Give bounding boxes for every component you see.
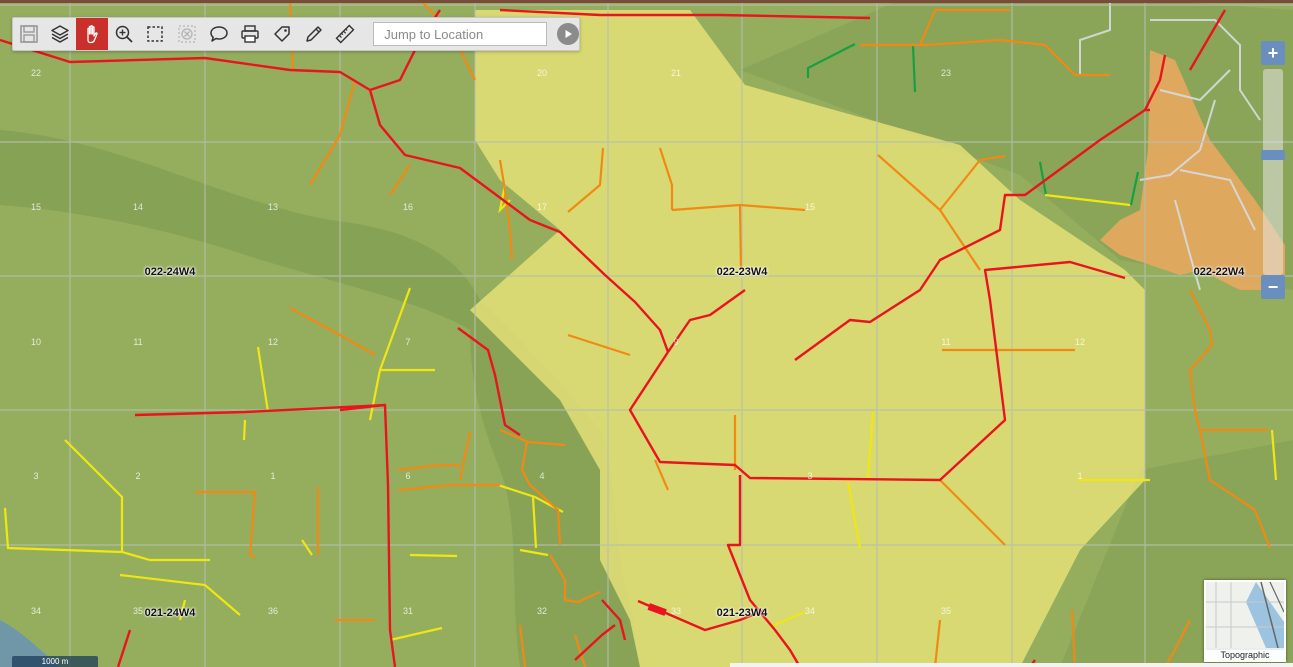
- section-number: 10: [30, 337, 42, 347]
- section-number: 23: [940, 68, 952, 78]
- pan-hand-icon: [87, 25, 98, 44]
- section-number: 1: [270, 471, 276, 481]
- section-number: 17: [536, 202, 548, 212]
- select-box-icon: [147, 26, 164, 42]
- section-number: 34: [30, 606, 42, 616]
- comment-icon: [210, 26, 228, 42]
- section-number: 21: [670, 68, 682, 78]
- ruler-icon: [335, 24, 355, 44]
- section-number: 34: [804, 606, 816, 616]
- go-button[interactable]: [557, 23, 579, 45]
- section-number: 15: [804, 202, 816, 212]
- section-number: 15: [30, 202, 42, 212]
- township-label: 021-24W4: [144, 607, 196, 619]
- zoom-control: + −: [1259, 41, 1287, 299]
- save-button[interactable]: [13, 18, 45, 50]
- map-toolbar: [12, 17, 580, 51]
- basemap-thumbnail: [1206, 581, 1285, 649]
- section-number: 33: [670, 606, 682, 616]
- zoom-out-map-button[interactable]: −: [1261, 275, 1285, 299]
- section-number: 32: [536, 606, 548, 616]
- zoom-slider-thumb[interactable]: [1261, 150, 1285, 160]
- section-number: 16: [402, 202, 414, 212]
- layers-button[interactable]: [45, 18, 77, 50]
- measure-button[interactable]: [330, 18, 362, 50]
- section-number: 31: [402, 606, 414, 616]
- pan-button[interactable]: [76, 18, 108, 50]
- section-number: 11: [133, 337, 143, 347]
- draw-button[interactable]: [298, 18, 330, 50]
- section-number: 3: [33, 471, 39, 481]
- section-number: 14: [132, 202, 144, 212]
- basemap-label: Topographic: [1206, 650, 1284, 660]
- layers-icon: [51, 25, 70, 43]
- section-number: 12: [1074, 337, 1086, 347]
- print-icon: [241, 25, 260, 43]
- township-label: 021-23W4: [716, 607, 768, 619]
- section-number: 4: [539, 471, 545, 481]
- section-number: 6: [405, 471, 411, 481]
- zoom-slider-track[interactable]: [1263, 69, 1283, 275]
- section-number: 20: [536, 68, 548, 78]
- section-number: 7: [405, 337, 411, 347]
- section-number: 11: [941, 337, 951, 347]
- pencil-icon: [305, 26, 322, 42]
- zoom-in-icon: [115, 25, 133, 43]
- jump-to-location-input[interactable]: [373, 22, 548, 46]
- clear-selection-icon: [178, 25, 196, 43]
- select-box-button[interactable]: [140, 18, 172, 50]
- play-circle-icon: [565, 30, 573, 38]
- section-number: 35: [132, 606, 144, 616]
- tag-icon: [274, 26, 290, 42]
- section-number: 13: [267, 202, 279, 212]
- comment-button[interactable]: [203, 18, 235, 50]
- zoom-in-button[interactable]: [108, 18, 140, 50]
- section-number: 36: [267, 606, 279, 616]
- scale-bar: 1000 m: [12, 656, 98, 667]
- township-label: 022-24W4: [144, 266, 196, 278]
- section-number: 1: [1077, 471, 1083, 481]
- township-label: 022-23W4: [716, 266, 768, 278]
- section-number: 22: [30, 68, 42, 78]
- print-button[interactable]: [235, 18, 267, 50]
- save-icon: [20, 25, 38, 43]
- township-label: 022-22W4: [1193, 266, 1245, 278]
- scale-label: 1000 m: [41, 657, 69, 666]
- map-canvas[interactable]: [0, 0, 1293, 667]
- bottom-status-strip: [730, 663, 1293, 667]
- tag-button[interactable]: [266, 18, 298, 50]
- section-number: 12: [267, 337, 279, 347]
- clear-selection-button[interactable]: [171, 18, 203, 50]
- section-number: 35: [940, 606, 952, 616]
- section-number: 3: [807, 471, 813, 481]
- zoom-in-map-button[interactable]: +: [1261, 41, 1285, 65]
- section-number: 2: [135, 471, 141, 481]
- basemap-toggle[interactable]: Topographic: [1204, 580, 1286, 662]
- section-number: 9: [673, 337, 679, 347]
